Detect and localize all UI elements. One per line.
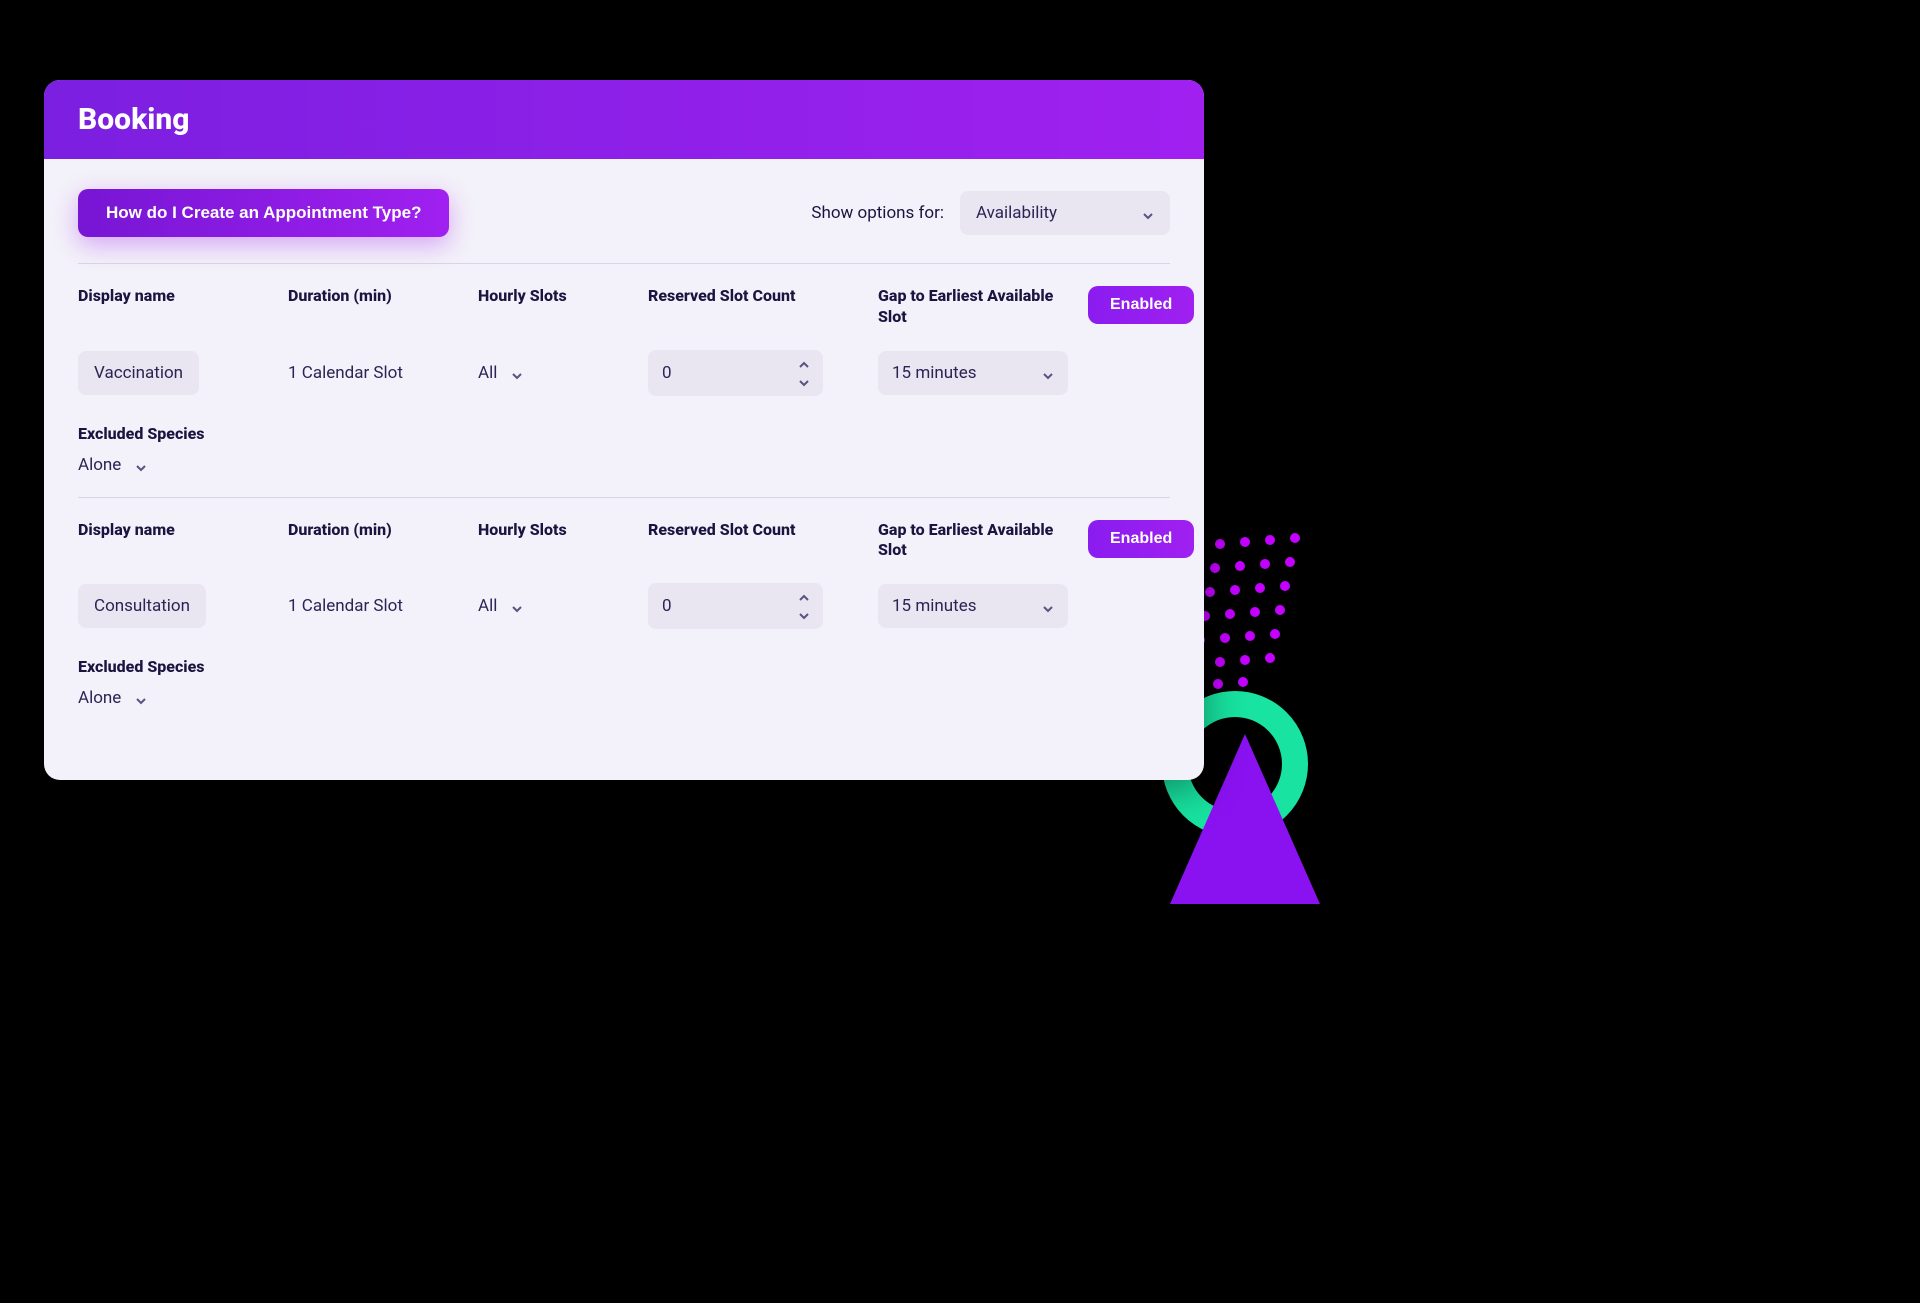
col-hourly-slots: Hourly Slots (478, 520, 638, 541)
display-name-chip[interactable]: Vaccination (78, 351, 199, 395)
show-options-value: Availability (976, 203, 1057, 223)
col-gap-earliest: Gap to Earliest Available Slot (878, 520, 1078, 562)
stepper-up-icon[interactable] (799, 356, 809, 372)
chevron-down-icon (1142, 207, 1154, 219)
hourly-slots-value: All (478, 363, 497, 383)
show-options-label: Show options for: (811, 203, 944, 223)
excluded-species-select[interactable]: Alone (78, 688, 147, 708)
hourly-slots-value: All (478, 596, 497, 616)
gap-select[interactable]: 15 minutes (878, 584, 1068, 628)
col-hourly-slots: Hourly Slots (478, 286, 638, 307)
gap-value: 15 minutes (892, 363, 976, 383)
page-title: Booking (78, 102, 1170, 137)
excluded-species-label: Excluded Species (78, 657, 1170, 676)
help-button[interactable]: How do I Create an Appointment Type? (78, 189, 449, 237)
col-reserved-count: Reserved Slot Count (648, 286, 868, 307)
stepper-up-icon[interactable] (799, 589, 809, 605)
col-duration: Duration (min) (288, 520, 468, 541)
chevron-down-icon (135, 692, 147, 704)
excluded-species-label: Excluded Species (78, 424, 1170, 443)
show-options: Show options for: Availability (811, 191, 1170, 235)
enabled-button[interactable]: Enabled (1088, 286, 1194, 324)
col-gap-earliest: Gap to Earliest Available Slot (878, 286, 1078, 328)
col-display-name: Display name (78, 520, 278, 541)
chevron-down-icon (1042, 367, 1054, 379)
chevron-down-icon (511, 600, 523, 612)
chevron-down-icon (1042, 600, 1054, 612)
gap-select[interactable]: 15 minutes (878, 351, 1068, 395)
card-header: Booking (44, 80, 1204, 159)
reserved-count-value: 0 (648, 350, 793, 396)
duration-value: 1 Calendar Slot (288, 363, 403, 383)
appointment-row-1: Display name Duration (min) Hourly Slots… (78, 520, 1170, 731)
excluded-species-value: Alone (78, 455, 121, 475)
excluded-species-select[interactable]: Alone (78, 455, 147, 475)
chevron-down-icon (135, 459, 147, 471)
hourly-slots-select[interactable]: All (478, 596, 523, 616)
enabled-button[interactable]: Enabled (1088, 520, 1194, 558)
col-reserved-count: Reserved Slot Count (648, 520, 868, 541)
appointment-row-0: Display name Duration (min) Hourly Slots… (78, 286, 1170, 497)
reserved-count-stepper[interactable]: 0 (648, 350, 823, 396)
reserved-count-value: 0 (648, 583, 793, 629)
divider (78, 497, 1170, 498)
booking-card: Booking How do I Create an Appointment T… (44, 80, 1204, 780)
hourly-slots-select[interactable]: All (478, 363, 523, 383)
divider (78, 263, 1170, 264)
duration-value: 1 Calendar Slot (288, 596, 403, 616)
stepper-down-icon[interactable] (799, 374, 809, 390)
col-duration: Duration (min) (288, 286, 468, 307)
reserved-count-stepper[interactable]: 0 (648, 583, 823, 629)
stepper-down-icon[interactable] (799, 607, 809, 623)
excluded-species-value: Alone (78, 688, 121, 708)
chevron-down-icon (511, 367, 523, 379)
display-name-chip[interactable]: Consultation (78, 584, 206, 628)
show-options-select[interactable]: Availability (960, 191, 1170, 235)
toolbar: How do I Create an Appointment Type? Sho… (78, 189, 1170, 237)
col-display-name: Display name (78, 286, 278, 307)
gap-value: 15 minutes (892, 596, 976, 616)
